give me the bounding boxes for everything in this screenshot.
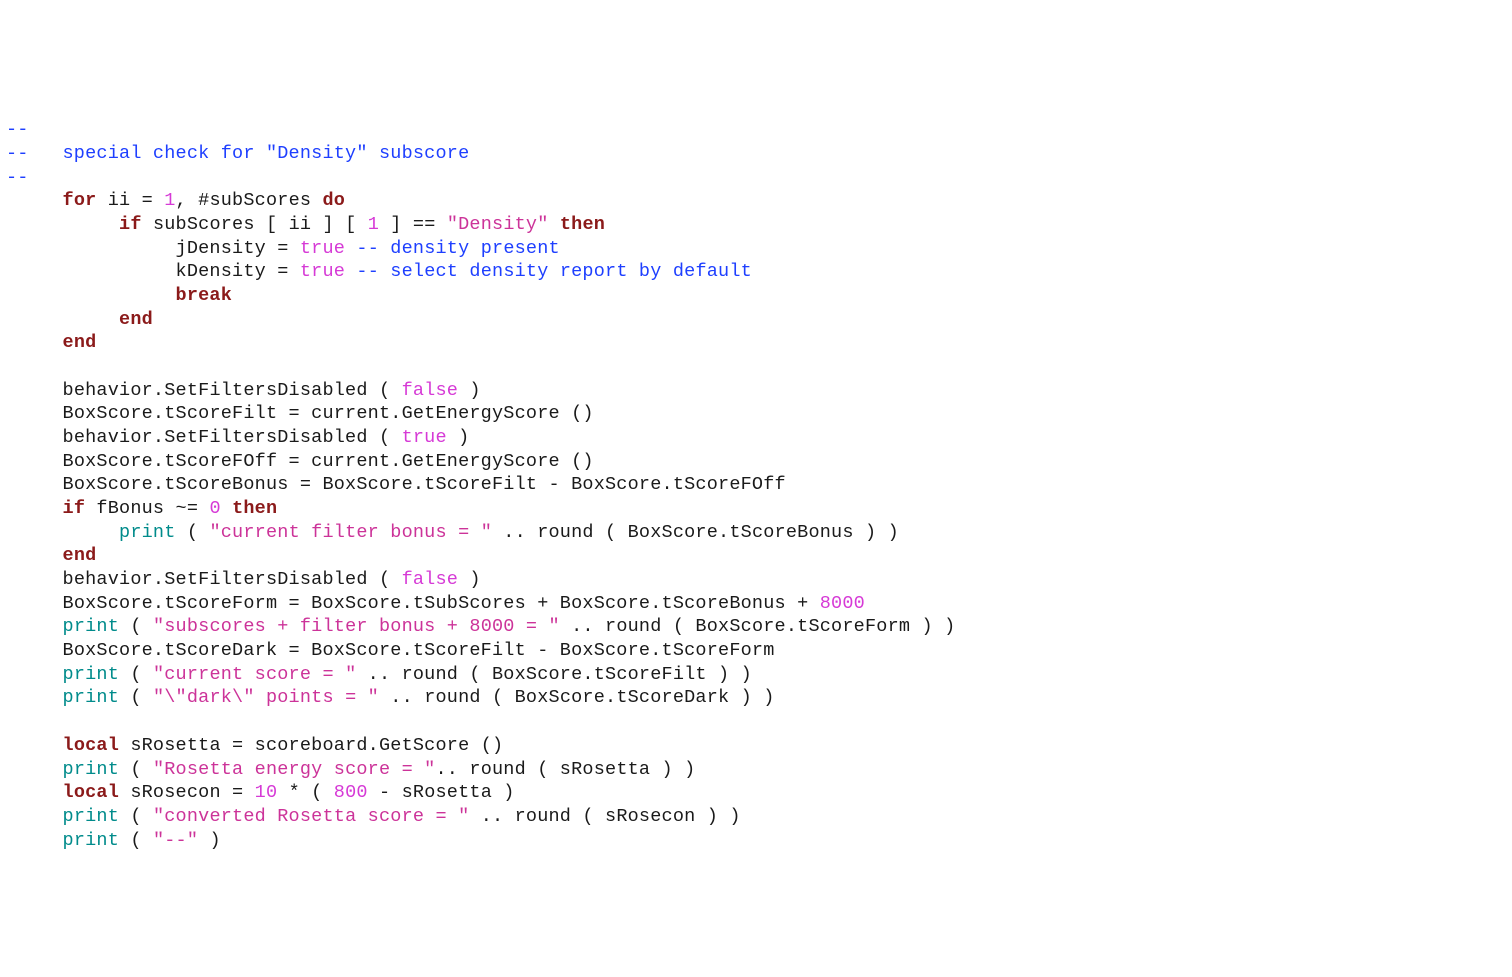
code-text: .. round ( sRosetta ) ) [435,759,695,780]
code-text: ( [119,687,153,708]
string: "Density" [447,214,549,235]
code-text: ( [119,806,153,827]
code-text: ( [119,616,153,637]
comment: -- special check for "Density" subscore [6,143,469,164]
keyword-end: end [63,545,97,566]
code-text [221,498,232,519]
keyword-do: do [322,190,345,211]
code-text: * ( [277,782,334,803]
boolean: true [300,238,345,259]
boolean: true [300,261,345,282]
comment: -- [6,119,29,140]
code-block: -- -- special check for "Density" subsco… [0,95,1512,859]
code-text: kDensity = [176,261,300,282]
comment: -- density present [356,238,559,259]
code-text: ( [176,522,210,543]
number: 10 [255,782,278,803]
code-text [549,214,560,235]
code-text: ( [119,759,153,780]
fn-print: print [63,687,120,708]
code-text: .. round ( BoxScore.tScoreBonus ) ) [492,522,899,543]
fn-print: print [63,806,120,827]
boolean: false [402,569,459,590]
fn-print: print [63,830,120,851]
code-text: subScores [ ii ] [ [142,214,368,235]
keyword-end: end [119,309,153,330]
string: "Rosetta energy score = " [153,759,436,780]
code-text: sRosecon = [119,782,255,803]
code-text: BoxScore.tScoreDark = BoxScore.tScoreFil… [63,640,775,661]
code-text: .. round ( sRosecon ) ) [469,806,740,827]
string: "--" [153,830,198,851]
keyword-break: break [176,285,233,306]
code-text: , #subScores [176,190,323,211]
string: "current filter bonus = " [209,522,492,543]
code-text: BoxScore.tScoreFilt = current.GetEnergyS… [63,403,594,424]
code-text: ) [447,427,470,448]
code-text: ] == [379,214,447,235]
code-text: ) [198,830,221,851]
string: "current score = " [153,664,356,685]
code-text: .. round ( BoxScore.tScoreDark ) ) [379,687,775,708]
string: "converted Rosetta score = " [153,806,469,827]
code-text: jDensity = [176,238,300,259]
comment: -- [6,167,29,188]
code-text: ( [119,830,153,851]
code-text: ) [458,380,481,401]
string: "subscores + filter bonus + 8000 = " [153,616,560,637]
comment: -- select density report by default [356,261,752,282]
code-text [345,238,356,259]
number: 1 [164,190,175,211]
fn-print: print [63,759,120,780]
keyword-if: if [63,498,86,519]
code-text: ( [119,664,153,685]
code-text: behavior.SetFiltersDisabled ( [63,569,402,590]
code-text: .. round ( BoxScore.tScoreFilt ) ) [356,664,752,685]
code-text: ) [458,569,481,590]
number: 8000 [820,593,865,614]
fn-print: print [63,616,120,637]
keyword-then: then [232,498,277,519]
code-text: .. round ( BoxScore.tScoreForm ) ) [560,616,956,637]
number: 800 [334,782,368,803]
keyword-if: if [119,214,142,235]
fn-print: print [119,522,176,543]
code-text: behavior.SetFiltersDisabled ( [63,380,402,401]
keyword-then: then [560,214,605,235]
code-text: fBonus ~= [85,498,209,519]
keyword-for: for [63,190,97,211]
code-text: sRosetta = scoreboard.GetScore () [119,735,503,756]
code-text: ii = [96,190,164,211]
code-text [345,261,356,282]
code-text: BoxScore.tScoreFOff = current.GetEnergyS… [63,451,594,472]
boolean: false [402,380,459,401]
keyword-end: end [63,332,97,353]
code-text: BoxScore.tScoreBonus = BoxScore.tScoreFi… [63,474,786,495]
boolean: true [402,427,447,448]
code-text: - sRosetta ) [368,782,515,803]
fn-print: print [63,664,120,685]
number: 1 [368,214,379,235]
code-text: BoxScore.tScoreForm = BoxScore.tSubScore… [63,593,820,614]
code-text: behavior.SetFiltersDisabled ( [63,427,402,448]
string: "\"dark\" points = " [153,687,379,708]
number: 0 [209,498,220,519]
keyword-local: local [63,735,120,756]
keyword-local: local [63,782,120,803]
